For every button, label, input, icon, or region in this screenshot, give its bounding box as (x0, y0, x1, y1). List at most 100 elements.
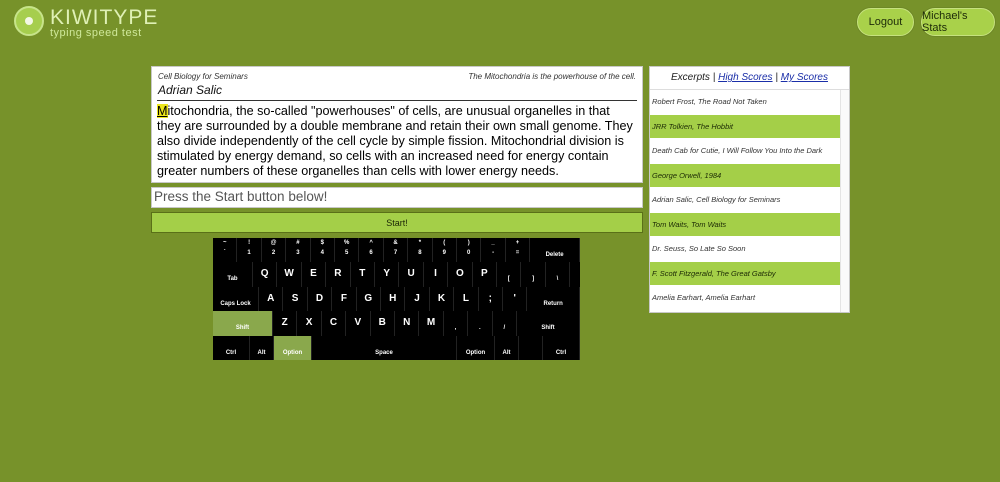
key-8[interactable]: * 8 (408, 238, 433, 263)
key-][interactable]: ] (521, 262, 546, 287)
list-item[interactable]: Robert Frost, The Road Not Taken (650, 90, 842, 115)
key-9[interactable]: (9 (432, 238, 457, 263)
key-right-shift[interactable]: Shift (517, 311, 580, 336)
key-q[interactable]: Q (253, 262, 278, 287)
list-item[interactable]: Amelia Earhart, Amelia Earhart (650, 286, 842, 311)
key-4[interactable]: $4 (310, 238, 335, 263)
key-right-alt[interactable]: Alt (495, 335, 519, 360)
key-'[interactable]: ' (503, 286, 528, 312)
key-return[interactable]: Return (527, 286, 580, 312)
key-left-ctrl[interactable]: Ctrl (213, 335, 250, 360)
key-10[interactable]: ) 0 (457, 238, 482, 263)
tab-high-scores[interactable]: High Scores (718, 72, 772, 83)
excerpt-sidebar: Excerpts | High Scores | My Scores Rober… (649, 66, 850, 313)
key-e-label: E (310, 268, 317, 280)
key-e[interactable]: E (301, 262, 327, 287)
key-left-alt[interactable]: Alt (250, 335, 274, 360)
key-2[interactable]: @2 (261, 238, 287, 263)
sidebar-scrollbar[interactable] (840, 90, 849, 312)
key-left-option[interactable]: Option (274, 335, 312, 360)
key-z[interactable]: Z (273, 311, 298, 336)
list-item[interactable]: George Orwell, 1984 (650, 163, 842, 188)
key-f[interactable]: F (332, 286, 357, 312)
key-h[interactable]: H (381, 286, 406, 312)
list-item[interactable]: Death Cab for Cutie, I Will Follow You I… (650, 139, 842, 164)
key-x-label: X (305, 317, 313, 329)
key-3[interactable]: #3 (286, 238, 311, 263)
key-caps-lock-label: Caps Lock (220, 300, 251, 307)
key-r[interactable]: R (326, 262, 351, 287)
typing-input[interactable]: Press the Start button below! (151, 187, 643, 208)
key-right-ctrl-label: Ctrl (555, 349, 567, 356)
key-k[interactable]: K (429, 286, 455, 312)
key-12[interactable]: + = (505, 238, 531, 263)
key-delete[interactable]: Delete (530, 238, 580, 263)
tab-excerpts[interactable]: Excerpts (671, 72, 710, 83)
key-f-label: F (340, 292, 347, 304)
key-t[interactable]: T (350, 262, 375, 287)
key-n[interactable]: N (395, 311, 420, 336)
key-left-shift-label: Shift (235, 325, 250, 332)
key-w[interactable]: W (277, 262, 302, 287)
key-i-label: I (434, 268, 437, 280)
start-button[interactable]: Start! (151, 212, 643, 233)
key-right-option[interactable]: Option (457, 335, 495, 360)
key-s[interactable]: S (283, 286, 308, 312)
key-;[interactable]: ; (478, 286, 503, 312)
key-5[interactable]: % 5 (335, 238, 360, 263)
key-c[interactable]: C (321, 311, 347, 336)
key-sym-7[interactable]: , (443, 311, 469, 336)
key-y[interactable]: Y (375, 262, 400, 287)
key-7-label: & (393, 240, 398, 246)
tab-separator: | (775, 72, 778, 83)
key-delete-label: Delete (545, 252, 564, 258)
key-b[interactable]: B (370, 311, 395, 336)
key-sym-9[interactable]: / (492, 311, 517, 336)
key-blank[interactable] (519, 335, 543, 360)
key-10-label: ) (467, 240, 470, 246)
key-tab[interactable]: Tab (213, 262, 253, 287)
key-2-label: @ (270, 240, 277, 246)
list-item[interactable]: F. Scott Fitzgerald, The Great Gatsby (650, 261, 842, 286)
key-z-label: Z (281, 317, 288, 329)
key-sym-8[interactable]: . (468, 311, 493, 336)
key-l[interactable]: L (454, 286, 479, 312)
stats-button[interactable]: Michael's Stats (921, 8, 995, 36)
key-\[interactable]: \ (545, 262, 571, 287)
key-p[interactable]: P (472, 262, 497, 287)
key-6[interactable]: ^ 6 (359, 238, 384, 263)
key-space[interactable]: Space (312, 335, 457, 360)
list-item[interactable]: Tom Waits, Tom Waits (650, 212, 842, 237)
key-v[interactable]: V (346, 311, 371, 336)
key-11[interactable]: _ - (481, 238, 506, 263)
key-1-label: ! (248, 240, 251, 246)
tab-my-scores[interactable]: My Scores (781, 72, 828, 83)
key-s-label: S (291, 292, 299, 304)
key-1[interactable]: ! 1 (237, 238, 262, 263)
key-j[interactable]: J (405, 286, 430, 312)
key-i[interactable]: I (423, 262, 449, 287)
key-g[interactable]: G (356, 286, 381, 312)
key-0[interactable]: ~ ` (213, 238, 238, 263)
key-a[interactable]: A (259, 286, 284, 312)
key-7-label: 7 (393, 250, 398, 256)
key-right-ctrl[interactable]: Ctrl (543, 335, 580, 360)
key-[[interactable]: [ (497, 262, 522, 287)
key-left-shift[interactable]: Shift (213, 311, 273, 336)
key-u[interactable]: U (399, 262, 424, 287)
key-caps-lock[interactable]: Caps Lock (213, 286, 259, 312)
key-q-label: Q (260, 268, 269, 280)
key-l-label: L (462, 292, 469, 304)
key-7[interactable]: & 7 (383, 238, 409, 263)
list-item[interactable]: Dr. Seuss, So Late So Soon (650, 237, 842, 262)
list-item[interactable]: Adrian Salic, Cell Biology for Seminars (650, 188, 842, 213)
key-0-label: ~ (222, 240, 227, 246)
key-left-ctrl-label: Ctrl (225, 349, 237, 356)
logout-button[interactable]: Logout (857, 8, 914, 36)
key-o[interactable]: O (448, 262, 473, 287)
list-item[interactable]: JRR Tolkien, The Hobbit (650, 114, 842, 139)
key-x[interactable]: X (297, 311, 322, 336)
key-m[interactable]: M (419, 311, 444, 336)
key-10-label: 0 (467, 250, 471, 256)
key-d[interactable]: D (307, 286, 333, 312)
